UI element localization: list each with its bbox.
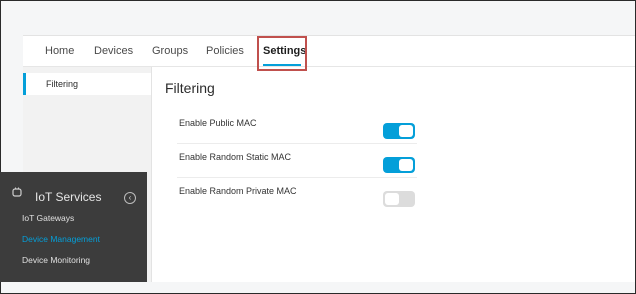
setting-label: Enable Random Static MAC	[179, 152, 292, 162]
iot-services-icon	[12, 187, 22, 197]
toggle-knob	[385, 193, 399, 205]
toggle-knob	[399, 125, 413, 137]
random-static-mac-toggle[interactable]	[383, 157, 415, 173]
setting-label: Enable Random Private MAC	[179, 186, 297, 196]
toggle-knob	[399, 159, 413, 171]
flyout-item-device-monitoring[interactable]: Device Monitoring	[22, 255, 90, 265]
flyout-item-device-management[interactable]: Device Management	[22, 234, 100, 244]
iot-services-flyout: IoT Services ‹ IoT Gateways Device Manag…	[0, 172, 147, 282]
flyout-title: IoT Services	[35, 190, 102, 204]
tab-bar: Home Devices Groups Policies Settings	[23, 36, 635, 71]
setting-row-random-private-mac: Enable Random Private MAC	[177, 179, 417, 211]
random-private-mac-toggle[interactable]	[383, 191, 415, 207]
subnav-item-filtering[interactable]: Filtering	[23, 73, 151, 95]
public-mac-toggle[interactable]	[383, 123, 415, 139]
setting-row-public-mac: Enable Public MAC	[177, 111, 417, 144]
setting-row-random-static-mac: Enable Random Static MAC	[177, 145, 417, 178]
setting-label: Enable Public MAC	[179, 118, 257, 128]
tab-callout-highlight	[257, 36, 307, 71]
tab-home[interactable]: Home	[45, 45, 74, 57]
chevron-left-icon[interactable]: ‹	[124, 192, 136, 204]
tab-devices[interactable]: Devices	[94, 45, 133, 57]
tab-policies[interactable]: Policies	[206, 45, 244, 57]
tab-groups[interactable]: Groups	[152, 45, 188, 57]
page-title: Filtering	[165, 80, 215, 96]
flyout-item-iot-gateways[interactable]: IoT Gateways	[22, 213, 74, 223]
